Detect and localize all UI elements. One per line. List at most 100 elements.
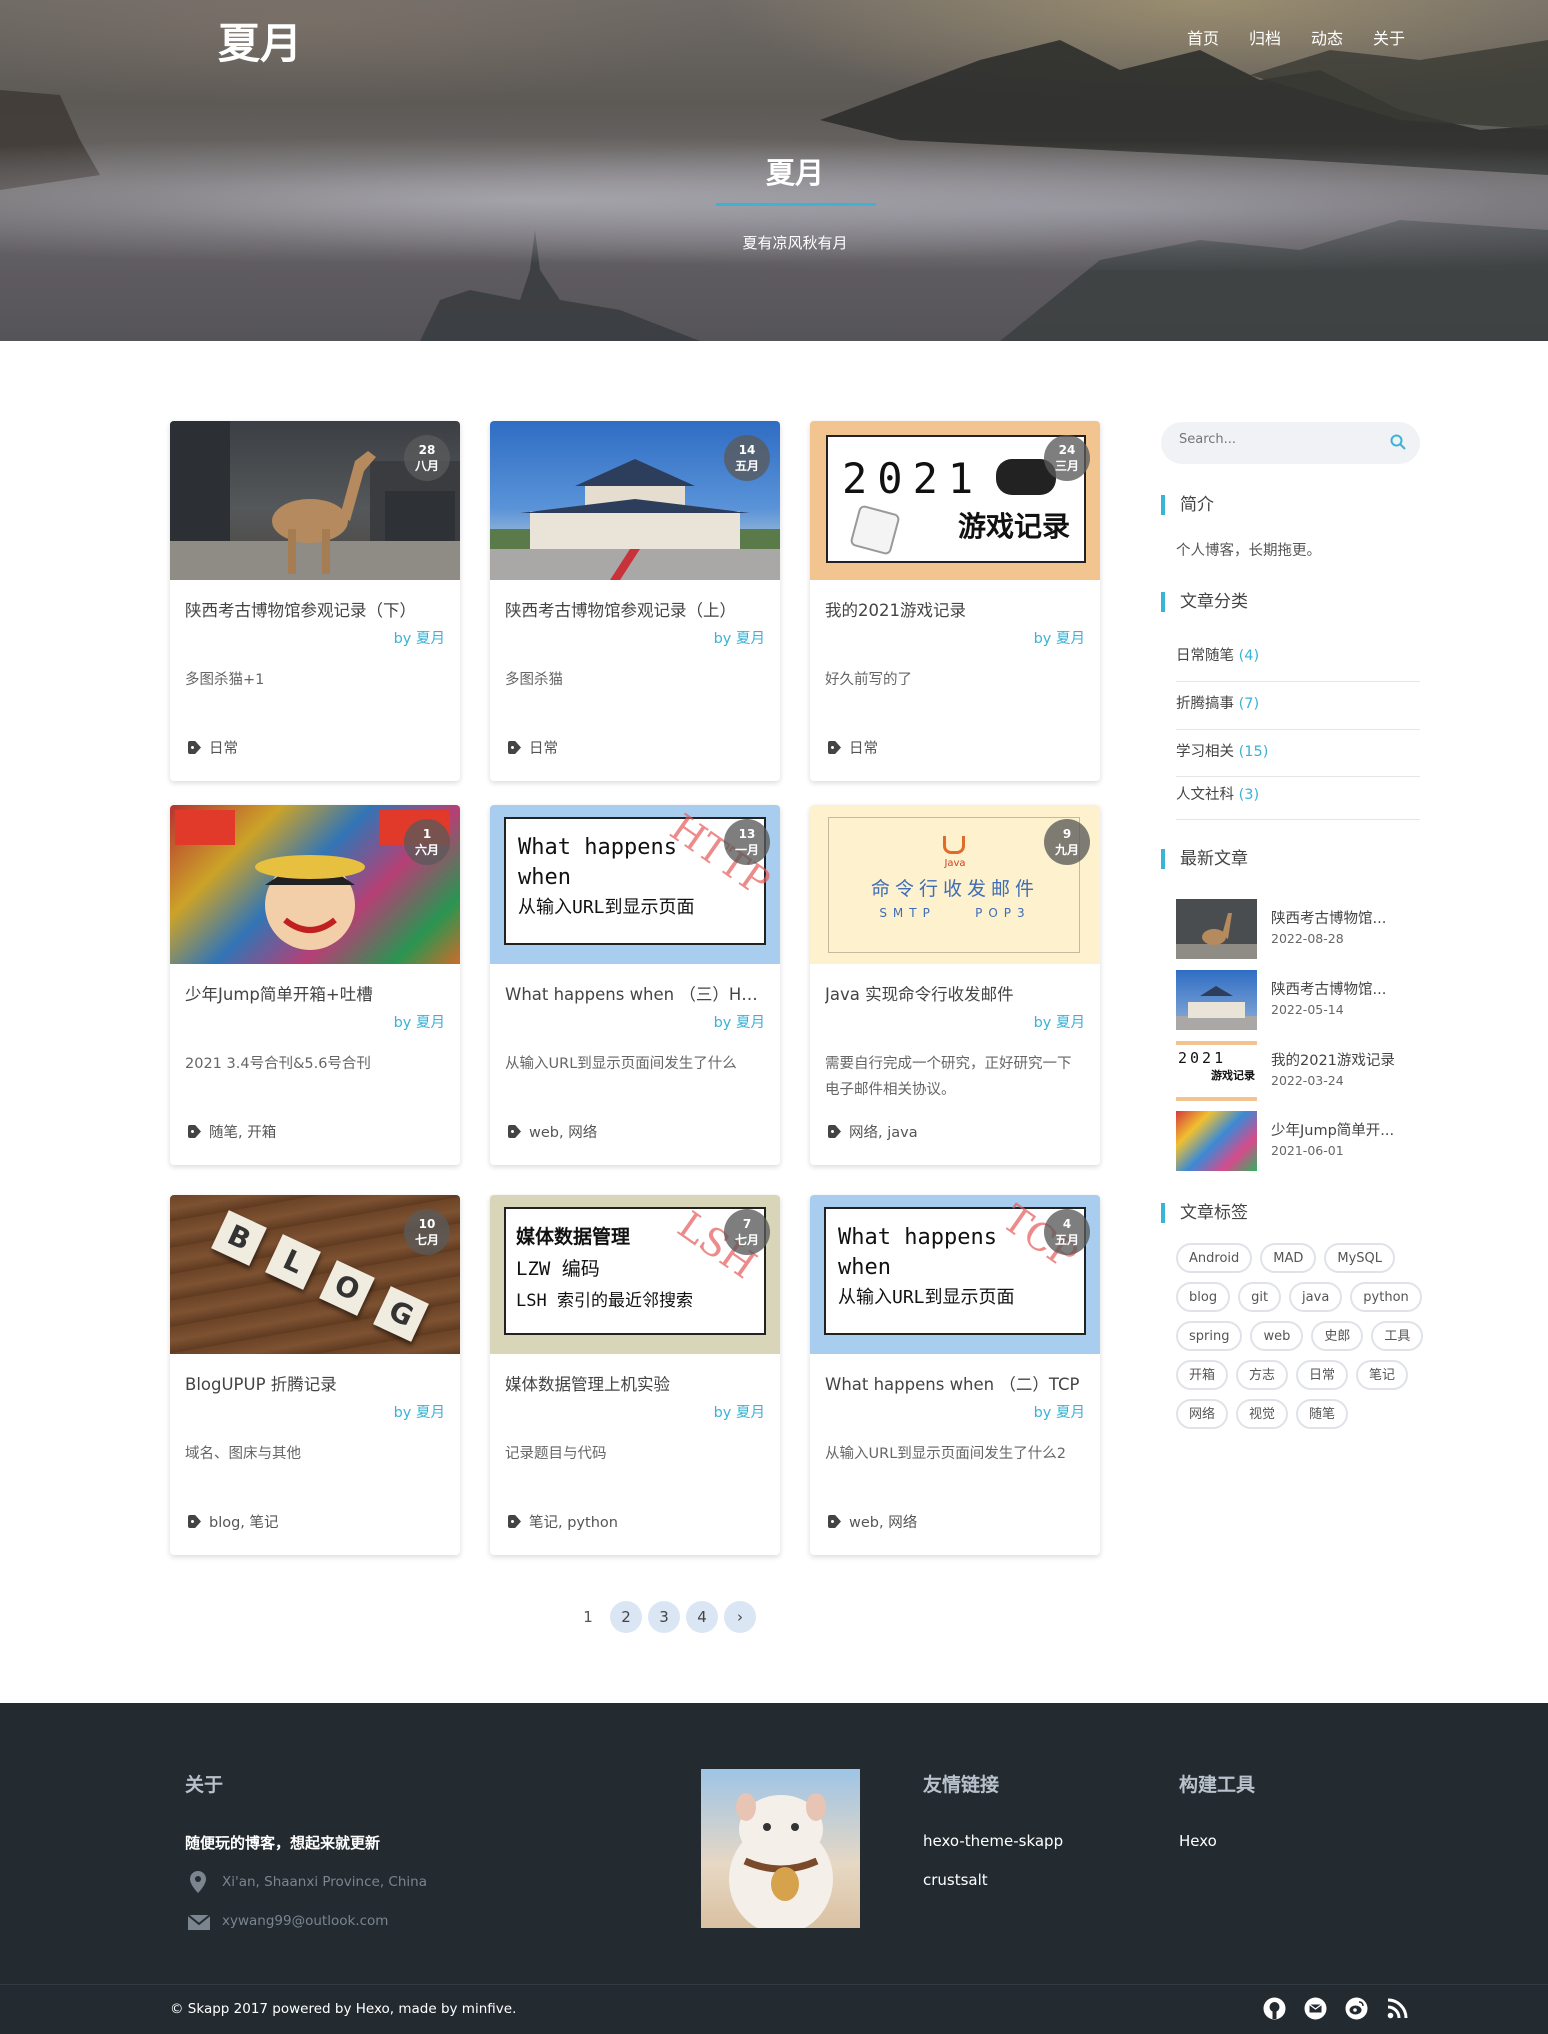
tag-links[interactable]: 网络, java: [849, 1121, 918, 1142]
search-icon[interactable]: [1390, 434, 1406, 450]
tag-chip[interactable]: web: [1250, 1321, 1304, 1351]
post-thumbnail-museum-building[interactable]: 14 五月: [490, 421, 780, 580]
tag-chip[interactable]: python: [1350, 1282, 1422, 1312]
post-thumbnail-tcp-sign[interactable]: What happens when 从输入URL到显示页面 TCP 4 五月: [810, 1195, 1100, 1354]
post-thumbnail-java-mail[interactable]: Java 命令行收发邮件 SMTP POP3 9 九月: [810, 805, 1100, 964]
search-input[interactable]: [1179, 432, 1379, 447]
rss-icon[interactable]: [1385, 1996, 1410, 2021]
author-link[interactable]: 夏月: [416, 1015, 445, 1031]
recent-thumb-camel[interactable]: [1176, 899, 1257, 959]
pagination: 1 2 3 4 ›: [572, 1601, 756, 1633]
tag-chip[interactable]: 史郎: [1311, 1321, 1364, 1351]
post-title[interactable]: Java 实现命令行收发邮件: [825, 981, 1085, 1005]
category-item[interactable]: 学习相关 (15): [1176, 737, 1420, 777]
nav-home[interactable]: 首页: [1187, 25, 1219, 49]
tag-links[interactable]: 日常: [529, 737, 558, 758]
tag-links[interactable]: 日常: [209, 737, 238, 758]
tag-chip[interactable]: 方志: [1236, 1360, 1289, 1390]
post-title[interactable]: What happens when （三）HTTP: [505, 981, 765, 1005]
tag-chip[interactable]: Android: [1176, 1243, 1253, 1273]
author-link[interactable]: 夏月: [1056, 1015, 1085, 1031]
recent-post[interactable]: 少年Jump简单开... 2021-06-01: [1176, 1111, 1420, 1171]
author-link[interactable]: 夏月: [1056, 1405, 1085, 1421]
tag-chip[interactable]: 工具: [1371, 1321, 1424, 1351]
post-title[interactable]: BlogUPUP 折腾记录: [185, 1371, 445, 1395]
github-icon[interactable]: [1262, 1996, 1287, 2021]
author-link[interactable]: 夏月: [1056, 631, 1085, 647]
tag-chip[interactable]: MySQL: [1324, 1243, 1396, 1273]
post-title[interactable]: 我的2021游戏记录: [825, 597, 1085, 621]
tag-chip[interactable]: 日常: [1296, 1360, 1349, 1390]
tag-chip[interactable]: 随笔: [1296, 1399, 1349, 1429]
tag-icon: [188, 1515, 201, 1528]
nav-archives[interactable]: 归档: [1249, 25, 1281, 49]
post-card[interactable]: Java 命令行收发邮件 SMTP POP3 9 九月 Java 实现命令行收发邮…: [810, 805, 1100, 1165]
post-thumbnail-blog-tiles[interactable]: B L O G 10 七月: [170, 1195, 460, 1354]
weibo-icon[interactable]: [1344, 1996, 1369, 2021]
post-card[interactable]: What happens when 从输入URL到显示页面 TCP 4 五月 Wh…: [810, 1195, 1100, 1555]
post-card[interactable]: 14 五月 陕西考古博物馆参观记录（上） by 夏月 多图杀猫 日常: [490, 421, 780, 781]
tag-chip[interactable]: blog: [1176, 1282, 1231, 1312]
author-link[interactable]: 夏月: [736, 1405, 765, 1421]
tag-links[interactable]: web, 网络: [529, 1121, 597, 1142]
recent-thumb-museum[interactable]: [1176, 970, 1257, 1030]
recent-post[interactable]: 陕西考古博物馆... 2022-05-14: [1176, 970, 1420, 1030]
post-title[interactable]: 媒体数据管理上机实验: [505, 1371, 765, 1395]
post-title[interactable]: 少年Jump简单开箱+吐槽: [185, 981, 445, 1005]
tag-chip[interactable]: MAD: [1260, 1243, 1317, 1273]
next-page-button[interactable]: ›: [724, 1601, 756, 1633]
tag-icon: [188, 1125, 201, 1138]
build-tool-link[interactable]: Hexo: [1179, 1832, 1217, 1850]
tag-links[interactable]: 随笔, 开箱: [209, 1121, 276, 1142]
nav-moments[interactable]: 动态: [1311, 25, 1343, 49]
recent-post[interactable]: 2021 游戏记录 我的2021游戏记录 2022-03-24: [1176, 1041, 1420, 1101]
tag-links[interactable]: web, 网络: [849, 1511, 917, 1532]
author-link[interactable]: 夏月: [416, 1405, 445, 1421]
tag-links[interactable]: blog, 笔记: [209, 1511, 279, 1532]
friend-link[interactable]: hexo-theme-skapp: [923, 1832, 1063, 1850]
post-thumbnail-camel-statue[interactable]: 28 八月: [170, 421, 460, 580]
tag-chip[interactable]: java: [1289, 1282, 1343, 1312]
post-title[interactable]: 陕西考古博物馆参观记录（下）: [185, 597, 445, 621]
category-item[interactable]: 日常随笔 (4): [1176, 641, 1420, 682]
category-item[interactable]: 人文社科 (3): [1176, 780, 1420, 820]
post-thumbnail-jump-cover[interactable]: 1 六月: [170, 805, 460, 964]
friend-link[interactable]: crustsalt: [923, 1871, 988, 1889]
page-4[interactable]: 4: [686, 1601, 718, 1633]
post-thumbnail-http-sign[interactable]: What happens when 从输入URL到显示页面 HTTP 13 一月: [490, 805, 780, 964]
post-card[interactable]: 2021 游戏记录 24 三月 我的2021游戏记录 by 夏月 好久前写的了 日…: [810, 421, 1100, 781]
author-link[interactable]: 夏月: [736, 1015, 765, 1031]
post-card[interactable]: B L O G 10 七月 BlogUPUP 折腾记录 by 夏月 域名、图床与其…: [170, 1195, 460, 1555]
page-3[interactable]: 3: [648, 1601, 680, 1633]
recent-thumb-jump[interactable]: [1176, 1111, 1257, 1171]
post-title[interactable]: What happens when （二）TCP: [825, 1371, 1085, 1395]
tag-chip[interactable]: 视觉: [1236, 1399, 1289, 1429]
tag-links[interactable]: 笔记, python: [529, 1511, 618, 1532]
recent-thumb-game[interactable]: 2021 游戏记录: [1176, 1041, 1257, 1101]
post-card[interactable]: 28 八月 陕西考古博物馆参观记录（下） by 夏月 多图杀猫+1 日常: [170, 421, 460, 781]
post-card[interactable]: What happens when 从输入URL到显示页面 HTTP 13 一月 …: [490, 805, 780, 1165]
tag-icon: [828, 741, 841, 754]
page-2[interactable]: 2: [610, 1601, 642, 1633]
mail-icon[interactable]: [1303, 1996, 1328, 2021]
category-item[interactable]: 折腾搞事 (7): [1176, 689, 1420, 730]
post-card[interactable]: 1 六月 少年Jump简单开箱+吐槽 by 夏月 2021 3.4号合刊&5.6号…: [170, 805, 460, 1165]
post-thumbnail-game-record[interactable]: 2021 游戏记录 24 三月: [810, 421, 1100, 580]
tag-chip[interactable]: spring: [1176, 1321, 1243, 1351]
author-link[interactable]: 夏月: [736, 631, 765, 647]
footer: 关于 随便玩的博客，想起来就更新 Xi'an, Shaanxi Province…: [0, 1703, 1548, 1984]
post-tags: 日常: [508, 737, 558, 758]
tag-links[interactable]: 日常: [849, 737, 878, 758]
post-title[interactable]: 陕西考古博物馆参观记录（上）: [505, 597, 765, 621]
footer-email[interactable]: xywang99@outlook.com: [222, 1913, 388, 1929]
tag-chip[interactable]: 网络: [1176, 1399, 1229, 1429]
site-logo[interactable]: 夏月: [218, 10, 302, 71]
tag-chip[interactable]: 开箱: [1176, 1360, 1229, 1390]
nav-about[interactable]: 关于: [1373, 25, 1405, 49]
tag-chip[interactable]: git: [1238, 1282, 1282, 1312]
recent-post[interactable]: 陕西考古博物馆... 2022-08-28: [1176, 899, 1420, 959]
tag-chip[interactable]: 笔记: [1356, 1360, 1409, 1390]
post-thumbnail-media-sign[interactable]: 媒体数据管理 LZW 编码 LSH 索引的最近邻搜索 LSH 7 七月: [490, 1195, 780, 1354]
author-link[interactable]: 夏月: [416, 631, 445, 647]
post-card[interactable]: 媒体数据管理 LZW 编码 LSH 索引的最近邻搜索 LSH 7 七月 媒体数据管…: [490, 1195, 780, 1555]
